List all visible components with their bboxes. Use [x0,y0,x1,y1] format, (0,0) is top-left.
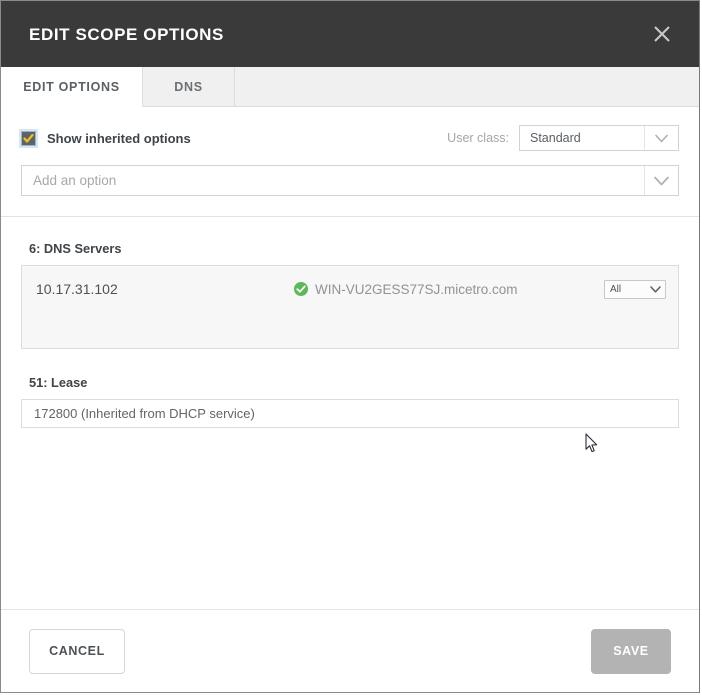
save-button-label: SAVE [613,644,649,658]
dns-scope-value: All [605,284,645,295]
options-list: 6: DNS Servers 10.17.31.102 WIN-VU2GES [1,217,699,448]
dns-servers-box: 10.17.31.102 WIN-VU2GESS77SJ.micetro.com [21,265,679,349]
lease-value-field[interactable]: 172800 (Inherited from DHCP service) [21,399,679,428]
check-circle-icon [294,282,308,296]
show-inherited-options-checkbox[interactable]: Show inherited options [21,131,191,146]
dns-server-identity: WIN-VU2GESS77SJ.micetro.com [294,282,604,297]
chevron-down-icon [644,166,678,195]
user-class-control: User class: Standard [447,125,679,151]
chevron-down-icon [644,126,678,150]
edit-scope-options-dialog: EDIT SCOPE OPTIONS EDIT OPTIONS DNS [0,0,700,693]
user-class-label: User class: [447,131,509,145]
lease-value: 172800 (Inherited from DHCP service) [34,406,255,421]
dns-servers-option-label: 6: DNS Servers [29,241,679,256]
cancel-button-label: CANCEL [49,644,105,658]
check-icon [21,131,36,146]
dns-server-ip: 10.17.31.102 [36,281,294,297]
tab-dns[interactable]: DNS [143,67,235,106]
options-toolbar: Show inherited options User class: Stand… [1,107,699,217]
user-class-value: Standard [520,131,644,145]
add-option-select[interactable]: Add an option [21,165,679,196]
chevron-down-icon [645,281,665,298]
add-option-placeholder: Add an option [22,173,644,188]
dns-server-name: WIN-VU2GESS77SJ.micetro.com [315,282,518,297]
lease-option-label: 51: Lease [29,375,679,390]
tab-bar: EDIT OPTIONS DNS [1,67,699,107]
user-class-select[interactable]: Standard [519,125,679,151]
dns-scope-select[interactable]: All [604,280,666,299]
table-row[interactable]: 10.17.31.102 WIN-VU2GESS77SJ.micetro.com [22,276,678,302]
tab-edit-options-label: EDIT OPTIONS [23,80,120,94]
show-inherited-options-label: Show inherited options [47,131,191,146]
dialog-body: Show inherited options User class: Stand… [1,107,699,609]
cancel-button[interactable]: CANCEL [29,629,125,674]
tab-dns-label: DNS [174,80,203,94]
save-button[interactable]: SAVE [591,629,671,674]
tab-edit-options[interactable]: EDIT OPTIONS [1,67,143,107]
close-icon[interactable] [647,19,677,49]
dialog-header: EDIT SCOPE OPTIONS [1,1,699,67]
dialog-footer: CANCEL SAVE [1,609,699,692]
page-title: EDIT SCOPE OPTIONS [29,26,224,43]
